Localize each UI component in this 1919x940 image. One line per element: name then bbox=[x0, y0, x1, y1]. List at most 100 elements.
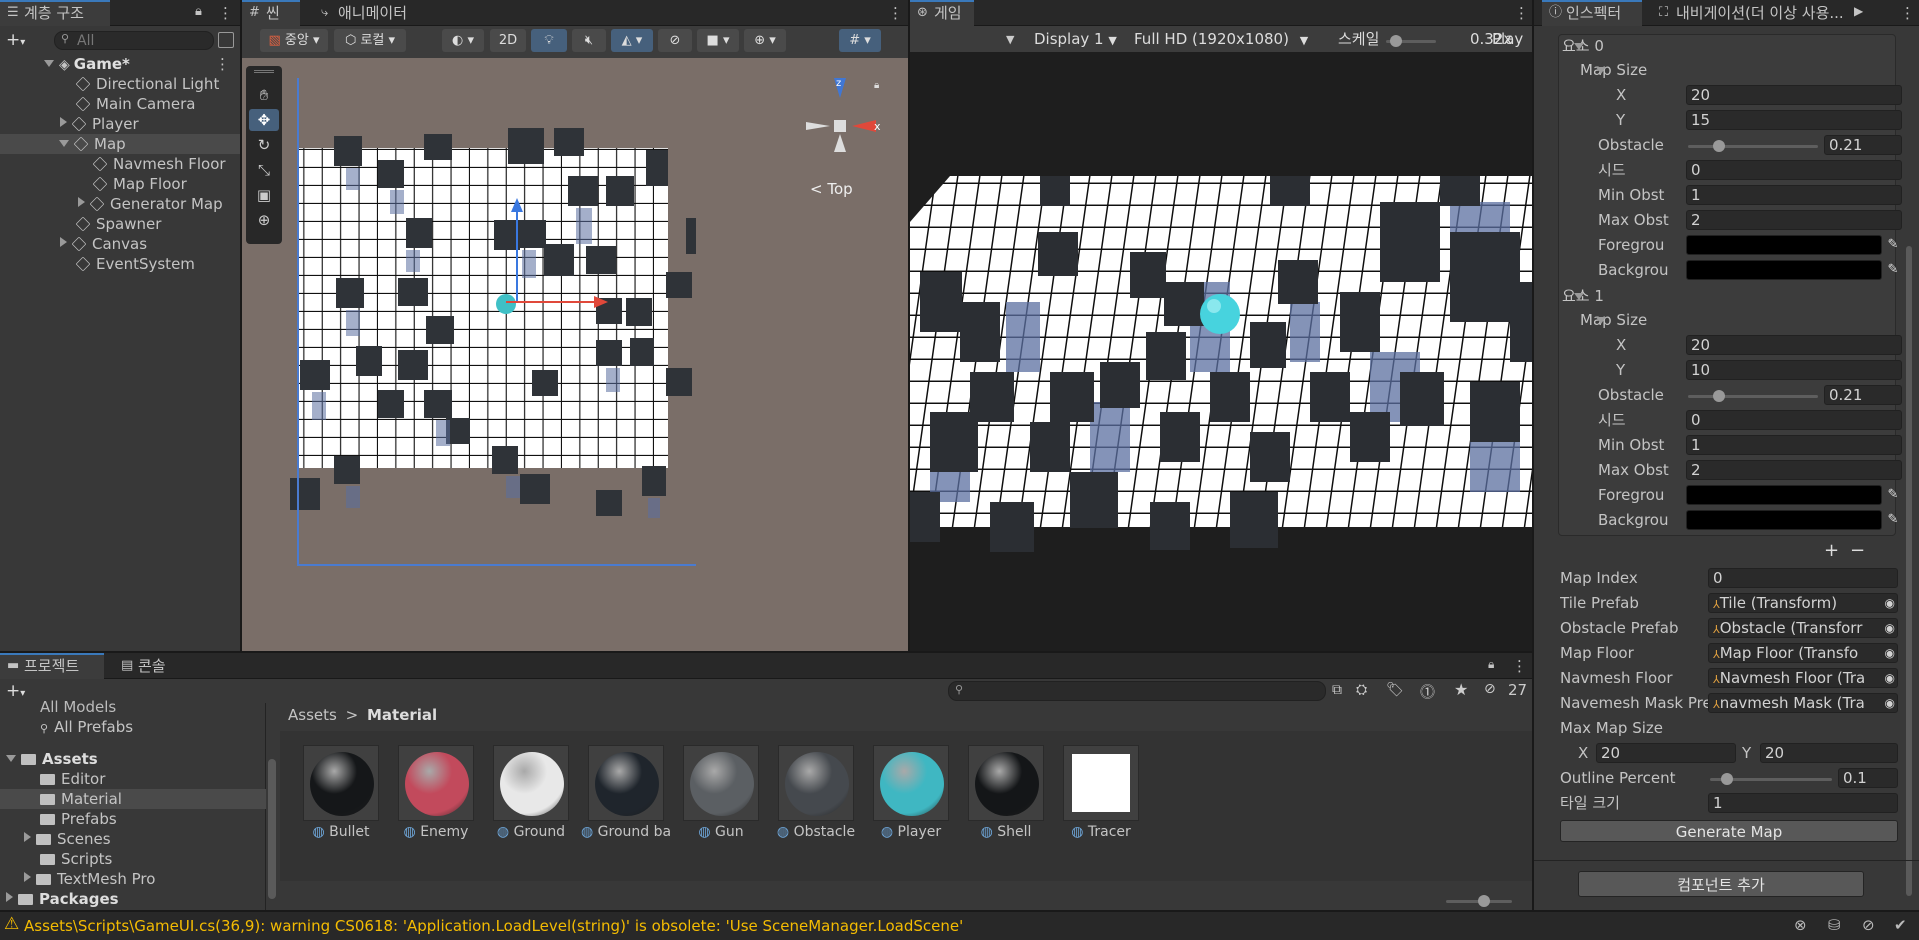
game-mode-dropdown[interactable]: ▼ bbox=[1006, 30, 1026, 50]
lock-icon[interactable]: 🔒︎ bbox=[1488, 657, 1494, 672]
obstacle-slider-knob[interactable] bbox=[1712, 390, 1725, 402]
collapse-arrow-icon[interactable] bbox=[60, 117, 67, 127]
display-dropdown[interactable]: Display 1 ▼ bbox=[1034, 28, 1117, 50]
tab-scroll-right-icon[interactable]: ▶ bbox=[1854, 4, 1863, 18]
project-search-input[interactable]: ⚲ bbox=[948, 681, 1326, 701]
obstacle-field[interactable]: 0.21 bbox=[1824, 385, 1902, 405]
add-component-button[interactable]: 컴포넌트 추가 bbox=[1578, 871, 1864, 897]
hierarchy-item-map-floor[interactable]: Map Floor bbox=[92, 174, 187, 194]
gizmo-view-label[interactable]: < Top bbox=[810, 180, 853, 198]
hierarchy-item-spawner[interactable]: Spawner bbox=[75, 214, 161, 234]
transform-tool-icon[interactable]: ⊕ bbox=[249, 209, 279, 231]
generate-map-button[interactable]: Generate Map bbox=[1560, 820, 1898, 842]
status-message[interactable]: Assets\Scripts\GameUI.cs(36,9): warning … bbox=[24, 917, 963, 935]
tree-item-all-prefabs[interactable]: ⚲ All Prefabs bbox=[40, 717, 133, 737]
hierarchy-item-player[interactable]: Player bbox=[60, 114, 139, 134]
scale-tool-icon[interactable]: ⤡ bbox=[249, 159, 279, 181]
hierarchy-item-map[interactable]: Map bbox=[0, 134, 240, 154]
rect-tool-icon[interactable]: ▣ bbox=[249, 184, 279, 206]
camera-dropdown[interactable]: ■ ▾ bbox=[697, 29, 739, 52]
hierarchy-item-directional-light[interactable]: Directional Light bbox=[75, 74, 219, 94]
x-field[interactable]: 20 bbox=[1686, 335, 1902, 355]
game-more-icon[interactable]: ⋮ bbox=[215, 54, 230, 74]
obstacle-slider-track[interactable] bbox=[1688, 145, 1818, 148]
check-icon[interactable]: ✔ bbox=[1894, 916, 1907, 934]
max-obstacle-field[interactable]: 2 bbox=[1686, 460, 1902, 480]
2d-toggle[interactable]: 2D bbox=[490, 29, 526, 52]
rotate-tool-icon[interactable]: ↻ bbox=[249, 134, 279, 156]
tab-animator[interactable]: ⤷ 애니메이터 bbox=[314, 0, 415, 26]
map-index-field[interactable]: 0 bbox=[1708, 568, 1898, 588]
hidden-packages-icon[interactable]: ⊘ bbox=[1484, 681, 1496, 697]
collapse-arrow-icon[interactable] bbox=[6, 892, 13, 902]
seed-field[interactable]: 0 bbox=[1686, 160, 1902, 180]
scene-viewport[interactable] bbox=[286, 78, 696, 568]
tile-prefab-field[interactable]: ⅄Tile (Transform) ◉ bbox=[1708, 593, 1898, 613]
play-focus-dropdown[interactable]: Play F bbox=[1492, 28, 1532, 70]
more-menu-icon[interactable]: ⋮ bbox=[1900, 4, 1915, 22]
object-picker-icon[interactable]: ◉ bbox=[1884, 669, 1895, 687]
max-x-field[interactable]: 20 bbox=[1596, 743, 1736, 763]
material-asset[interactable] bbox=[778, 745, 854, 821]
more-menu-icon[interactable]: ⋮ bbox=[1514, 4, 1529, 22]
max-y-field[interactable]: 20 bbox=[1760, 743, 1898, 763]
orientation-gizmo[interactable]: z x bbox=[802, 78, 882, 188]
hierarchy-add-button[interactable]: +▾ bbox=[6, 30, 36, 50]
obstacle-prefab-field[interactable]: ⅄Obstacle (Transforr ◉ bbox=[1708, 618, 1898, 638]
resolution-dropdown[interactable]: Full HD (1920x1080) ▼ bbox=[1134, 28, 1308, 50]
space-dropdown[interactable]: ⬡ 로컬 ▾ bbox=[334, 29, 406, 52]
search-by-type-icon[interactable]: ⧉ bbox=[1332, 682, 1342, 698]
tree-scrollbar[interactable] bbox=[268, 759, 276, 899]
scale-slider-knob[interactable] bbox=[1390, 35, 1402, 47]
material-asset[interactable] bbox=[398, 745, 474, 821]
material-asset[interactable] bbox=[873, 745, 949, 821]
collapse-arrow-icon[interactable] bbox=[24, 872, 31, 882]
tree-item-textmesh-pro[interactable]: TextMesh Pro bbox=[24, 869, 155, 889]
network-icon[interactable]: ⊘ bbox=[1862, 916, 1875, 934]
search-options-icon[interactable] bbox=[218, 32, 234, 48]
foldout-arrow-icon[interactable] bbox=[1574, 43, 1584, 50]
tab-console[interactable]: ▤ 콘솔 bbox=[114, 653, 174, 679]
hierarchy-item-eventsystem[interactable]: EventSystem bbox=[75, 254, 195, 274]
audio-toggle[interactable]: 🔇︎ bbox=[572, 29, 606, 52]
hierarchy-item-canvas[interactable]: Canvas bbox=[60, 234, 147, 254]
material-asset[interactable] bbox=[588, 745, 664, 821]
object-picker-icon[interactable]: ◉ bbox=[1884, 694, 1895, 712]
eyedropper-icon[interactable]: ✎ bbox=[1884, 485, 1902, 505]
eyedropper-icon[interactable]: ✎ bbox=[1884, 235, 1902, 255]
navmesh-floor-field[interactable]: ⅄Navmesh Floor (Tra ◉ bbox=[1708, 668, 1898, 688]
tree-item-editor[interactable]: Editor bbox=[40, 769, 105, 789]
tree-item-scripts[interactable]: Scripts bbox=[40, 849, 112, 869]
expand-arrow-icon[interactable] bbox=[44, 60, 54, 67]
y-field[interactable]: 10 bbox=[1686, 360, 1902, 380]
lock-icon[interactable]: 🔒︎ bbox=[195, 4, 202, 19]
expand-arrow-icon[interactable] bbox=[6, 755, 16, 762]
list-remove-button[interactable]: − bbox=[1850, 540, 1870, 561]
tab-project[interactable]: ▬ 프로젝트 bbox=[0, 653, 104, 679]
inspector-scrollbar[interactable] bbox=[1906, 246, 1912, 896]
breadcrumb-material[interactable]: Material bbox=[367, 706, 437, 724]
material-asset[interactable] bbox=[968, 745, 1044, 821]
foreground-color-field[interactable] bbox=[1686, 485, 1882, 505]
navmesh-mask-field[interactable]: ⅄navmesh Mask (Tra ◉ bbox=[1708, 693, 1898, 713]
outline-percent-field[interactable]: 0.1 bbox=[1838, 768, 1898, 788]
tab-navigation[interactable]: ⛶ 내비게이션(더 이상 사용... bbox=[1652, 0, 1862, 26]
x-field[interactable]: 20 bbox=[1686, 85, 1902, 105]
material-asset[interactable] bbox=[303, 745, 379, 821]
tab-scene[interactable]: # 씬 bbox=[242, 0, 300, 26]
lighting-toggle[interactable]: 💡︎ bbox=[531, 29, 567, 52]
min-obstacle-field[interactable]: 1 bbox=[1686, 185, 1902, 205]
player-sphere[interactable] bbox=[496, 294, 516, 314]
tab-inspector[interactable]: ⓘ 인스펙터 bbox=[1542, 0, 1642, 26]
debug-icon[interactable]: ⊗ bbox=[1794, 916, 1807, 934]
cache-icon[interactable]: ⛁ bbox=[1828, 916, 1841, 934]
more-menu-icon[interactable]: ⋮ bbox=[1512, 657, 1527, 675]
eyedropper-icon[interactable]: ✎ bbox=[1884, 260, 1902, 280]
eyedropper-icon[interactable]: ✎ bbox=[1884, 510, 1902, 530]
gizmo-lock-icon[interactable]: 🔒︎ bbox=[874, 80, 879, 91]
breadcrumb-assets[interactable]: Assets bbox=[288, 706, 337, 724]
more-menu-icon[interactable]: ⋮ bbox=[218, 4, 233, 22]
favorite-star-icon[interactable]: ★ bbox=[1454, 680, 1468, 699]
min-obstacle-field[interactable]: 1 bbox=[1686, 435, 1902, 455]
hierarchy-item-generator-map[interactable]: Generator Map bbox=[78, 194, 223, 214]
